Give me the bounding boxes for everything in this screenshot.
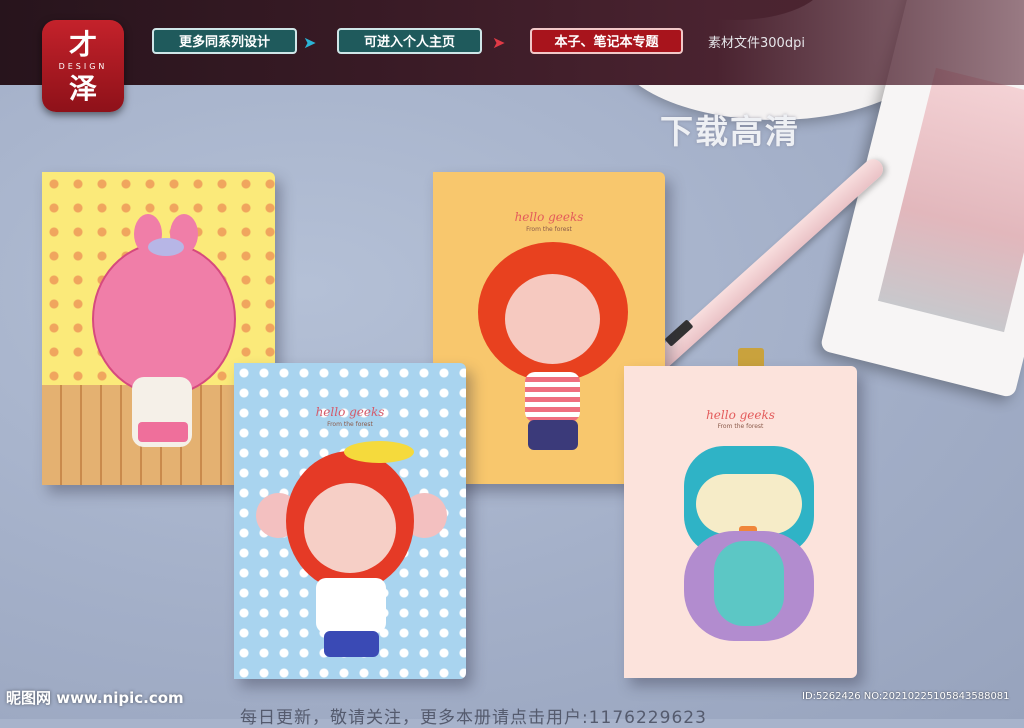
notebook-title: hello geeks xyxy=(514,210,584,224)
lion-shirt xyxy=(525,372,580,422)
bunny-skirt xyxy=(138,422,188,442)
monkey-pants xyxy=(324,631,379,657)
owl-belly xyxy=(714,541,784,626)
nipic-watermark: 昵图网 www.nipic.com xyxy=(6,689,184,707)
logo-char-bottom: 泽 xyxy=(68,72,97,105)
monkey-face xyxy=(304,483,396,573)
notebook-title: hello geeks xyxy=(706,408,775,422)
notebook-owl: hello geeks From the forest xyxy=(624,366,857,678)
bunny-head xyxy=(92,242,236,396)
logo-design-text: DESIGN xyxy=(58,62,108,71)
notebook-subtitle: From the forest xyxy=(717,423,764,430)
more-series-button[interactable]: 更多同系列设计 xyxy=(152,28,297,54)
logo-char-top: 才 xyxy=(68,28,97,61)
banana xyxy=(344,441,414,463)
notebook-topic-button[interactable]: 本子、笔记本专题 xyxy=(530,28,683,54)
arrow-right-icon: ➤ xyxy=(492,33,506,52)
owl-face xyxy=(696,474,802,534)
notebook-subtitle: From the forest xyxy=(327,421,373,428)
image-id: ID:5262426 NO:20210225105843588081 xyxy=(802,691,1010,702)
monkey-sweater xyxy=(316,578,386,633)
lion-pants xyxy=(528,420,578,450)
arrow-right-icon: ➤ xyxy=(303,33,317,52)
footer-slogan: 每日更新，敬请关注，更多本册请点击用户:1176229623 xyxy=(240,708,707,728)
personal-homepage-button[interactable]: 可进入个人主页 xyxy=(337,28,482,54)
notebook-title: hello geeks xyxy=(315,405,385,419)
download-hd-label[interactable]: 下载高清 xyxy=(660,105,800,153)
bunny-flower xyxy=(148,238,184,256)
notebook-monkey: hello geeks From the forest xyxy=(234,363,466,679)
notebook-subtitle: From the forest xyxy=(526,226,572,233)
lion-face xyxy=(505,274,600,364)
file-resolution-note: 素材文件300dpi xyxy=(708,36,805,51)
brand-logo[interactable]: 才 DESIGN 泽 xyxy=(42,20,124,112)
